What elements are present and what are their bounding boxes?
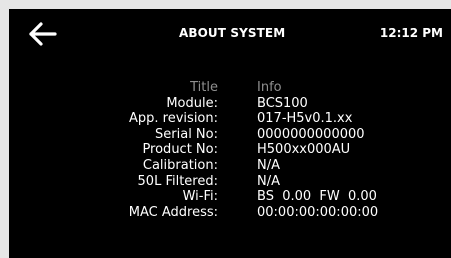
table-header-row: Title Info xyxy=(9,80,451,96)
table-row-calibration: Calibration: N/A xyxy=(9,158,451,174)
row-label: Module: xyxy=(166,95,218,111)
row-value: BS 0.00 FW 0.00 xyxy=(257,189,377,205)
arrow-left-icon xyxy=(29,22,57,46)
row-value: H500xx000AU xyxy=(257,142,351,158)
top-bar: ABOUT SYSTEM 12:12 PM xyxy=(9,9,451,59)
row-label: 50L Filtered: xyxy=(137,173,218,189)
row-label: Serial No: xyxy=(155,126,218,142)
back-button[interactable] xyxy=(27,21,57,47)
row-label: Wi-Fi: xyxy=(182,189,218,205)
row-value: 0000000000000 xyxy=(257,126,365,142)
row-value: N/A xyxy=(257,157,280,173)
table-row-module: Module: BCS100 xyxy=(9,96,451,112)
row-label: App. revision: xyxy=(129,111,218,127)
table-row-wifi: Wi-Fi: BS 0.00 FW 0.00 xyxy=(9,189,451,205)
device-screen: ABOUT SYSTEM 12:12 PM Title Info Module:… xyxy=(9,9,451,258)
row-value: BCS100 xyxy=(257,95,308,111)
column-header-info: Info xyxy=(257,80,282,95)
column-header-title: Title xyxy=(190,80,218,95)
clock-time: 12:12 PM xyxy=(379,26,443,40)
row-value: 017-H5v0.1.xx xyxy=(257,111,353,127)
row-label: Calibration: xyxy=(142,157,218,173)
table-row-50l-filtered: 50L Filtered: N/A xyxy=(9,174,451,190)
row-label: MAC Address: xyxy=(128,204,218,220)
table-row-serial-no: Serial No: 0000000000000 xyxy=(9,127,451,143)
row-value: N/A xyxy=(257,173,280,189)
table-row-product-no: Product No: H500xx000AU xyxy=(9,142,451,158)
table-row-mac-address: MAC Address: 00:00:00:00:00:00 xyxy=(9,205,451,221)
page-title: ABOUT SYSTEM xyxy=(179,26,286,40)
row-label: Product No: xyxy=(142,142,218,158)
table-row-app-revision: App. revision: 017-H5v0.1.xx xyxy=(9,111,451,127)
system-info-table: Title Info Module: BCS100 App. revision:… xyxy=(9,80,451,220)
row-value: 00:00:00:00:00:00 xyxy=(257,204,379,220)
